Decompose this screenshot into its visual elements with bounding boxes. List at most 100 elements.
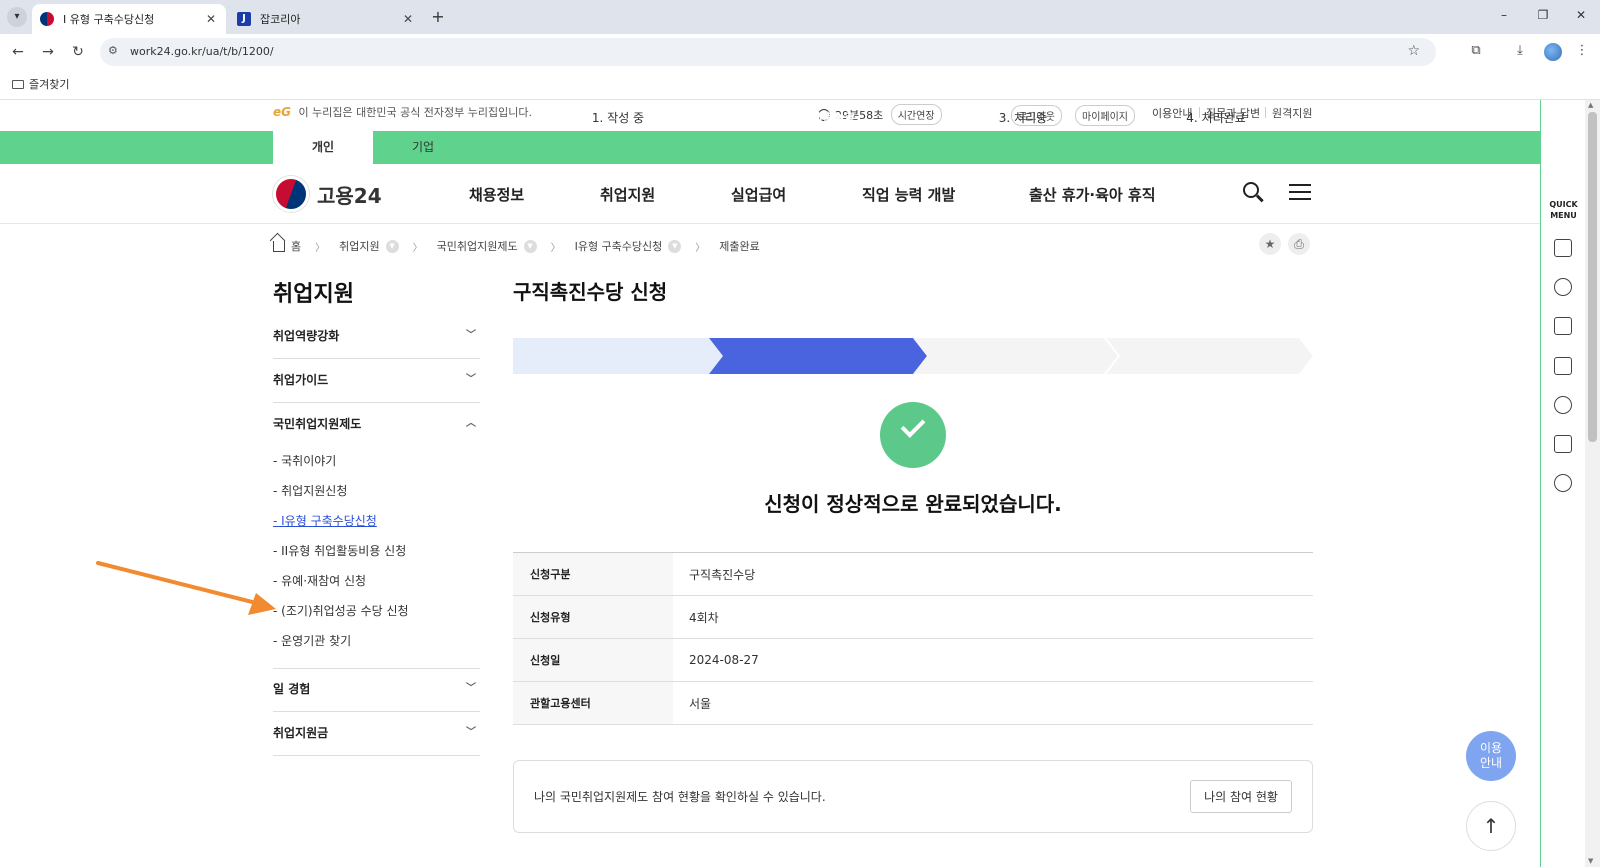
help-guide-button[interactable]: 이용 안내 (1466, 731, 1516, 781)
row-label: 신청구분 (513, 552, 673, 596)
sidebar-item-type2-expense[interactable]: - II유형 취업활동비용 신청 (273, 536, 480, 566)
tab-close-icon[interactable]: ✕ (401, 12, 415, 26)
row-value: 4회차 (689, 610, 719, 625)
sidebar-group-label: 취업지원금 (273, 726, 329, 740)
restore-icon[interactable]: ❐ (1535, 8, 1551, 22)
breadcrumb-dropdown-icon[interactable]: ▼ (668, 239, 682, 253)
chevron-down-icon: ﹀ (466, 683, 476, 694)
sidebar-group-header[interactable]: 취업역량강화 ﹀ (273, 314, 480, 358)
scroll-down-icon[interactable]: ▼ (1588, 857, 1593, 865)
sidebar-item-success-allowance[interactable]: - (조기)취업성공 수당 신청 (273, 596, 480, 626)
my-participation-button[interactable]: 나의 참여 현황 (1190, 780, 1292, 813)
site-info-icon[interactable]: ⚙ (108, 44, 118, 57)
profile-avatar[interactable] (1544, 43, 1562, 61)
smile-icon[interactable] (1554, 396, 1572, 414)
sidebar-group-header[interactable]: 국민취업지원제도 ︿ (273, 402, 480, 446)
breadcrumb-separator-icon: 〉 (695, 242, 706, 254)
minimize-icon[interactable]: – (1496, 8, 1512, 22)
browser-toolbar: ← → ↻ ⚙ work24.go.kr/ua/t/b/1200/ ☆ ⧉ ⤓ … (0, 34, 1600, 70)
tab-search-icon[interactable]: ▾ (7, 7, 27, 27)
step-processing: 3. 처리중 (998, 111, 1048, 125)
chevron-down-icon: ﹀ (466, 727, 476, 738)
tab-title: 잡코리아 (260, 13, 301, 26)
search-icon[interactable] (1243, 182, 1265, 204)
bookmark-star-icon[interactable]: ☆ (1407, 43, 1420, 59)
sidebar-title: 취업지원 (273, 282, 354, 307)
sidebar-item-find-agency[interactable]: - 운영기관 찾기 (273, 626, 480, 656)
scroll-to-top-icon[interactable]: ↑ (1466, 801, 1516, 851)
sidebar-item-story[interactable]: - 국취이야기 (273, 446, 480, 476)
calculator-icon[interactable] (1554, 435, 1572, 453)
row-value: 2024-08-27 (689, 653, 759, 667)
breadcrumb-item[interactable]: 국민취업지원제도 ▼ (437, 238, 537, 254)
favorite-star-icon[interactable]: ★ (1259, 233, 1281, 255)
menu-jobs[interactable]: 채용정보 (469, 184, 524, 205)
site-logo[interactable]: 고용24 (273, 176, 382, 212)
forward-icon[interactable]: → (38, 42, 58, 62)
url-text: work24.go.kr/ua/t/b/1200/ (130, 45, 274, 58)
monitor-icon[interactable] (1554, 317, 1572, 335)
building-icon[interactable] (1554, 239, 1572, 257)
table-row: 신청구분 구직촉진수당 (513, 552, 1313, 596)
sidebar-item-apply[interactable]: - 취업지원신청 (273, 476, 480, 506)
main-navigation: 고용24 채용정보 취업지원 실업급여 직업 능력 개발 출산 휴가·육아 휴직 (0, 164, 1540, 224)
notice-text: 나의 국민취업지원제도 참여 현황을 확인하실 수 있습니다. (534, 790, 826, 804)
row-label: 관할고용센터 (513, 681, 673, 725)
browser-tab-strip: ▾ I 유형 구축수당신청 ✕ J 잡코리아 ✕ + – ❐ ✕ (0, 0, 1600, 34)
menu-unemployment-benefit[interactable]: 실업급여 (731, 184, 786, 205)
breadcrumb-item[interactable]: I유형 구축수당신청 ▼ (575, 238, 682, 254)
bookmarks-bar: 즐겨찾기 (0, 70, 1600, 100)
sidebar-item-type1-allowance[interactable]: - I유형 구축수당신청 (273, 506, 480, 536)
tab-close-icon[interactable]: ✕ (204, 12, 218, 26)
step-writing: 1. 작성 중 (591, 111, 645, 125)
breadcrumb-dropdown-icon[interactable]: ▼ (523, 239, 537, 253)
chevron-up-icon: ︿ (466, 418, 476, 429)
breadcrumb-label: 취업지원 (339, 240, 380, 253)
tab-personal[interactable]: 개인 (273, 131, 373, 164)
hamburger-menu-icon[interactable] (1289, 184, 1311, 202)
browser-menu-icon[interactable]: ⋮ (1573, 43, 1591, 58)
print-icon[interactable]: ⎙ (1288, 233, 1310, 255)
breadcrumb-separator-icon: 〉 (550, 242, 561, 254)
scrollbar-thumb[interactable] (1588, 112, 1597, 442)
coin-icon[interactable] (1554, 474, 1572, 492)
table-row: 신청유형 4회차 (513, 595, 1313, 639)
page-scrollbar[interactable]: ▲ ▼ (1585, 100, 1600, 867)
step-completed: 4. 처리완료 (1186, 111, 1246, 125)
tab-business[interactable]: 기업 (373, 131, 473, 164)
bookmarks-folder[interactable]: 즐겨찾기 (12, 76, 69, 92)
menu-skills-development[interactable]: 직업 능력 개발 (862, 184, 955, 205)
window-close-icon[interactable]: ✕ (1573, 8, 1589, 22)
sidebar-group-header[interactable]: 취업지원금 ﹀ (273, 711, 480, 755)
sidebar-group-capacity: 취업역량강화 ﹀ (273, 314, 480, 359)
sidebar-group-header[interactable]: 취업가이드 ﹀ (273, 358, 480, 402)
menu-employment-support[interactable]: 취업지원 (600, 184, 655, 205)
extensions-icon[interactable]: ⧉ (1467, 43, 1485, 58)
address-bar[interactable]: ⚙ work24.go.kr/ua/t/b/1200/ ☆ (100, 38, 1436, 66)
scroll-up-icon[interactable]: ▲ (1588, 101, 1593, 109)
check-icon (880, 402, 946, 468)
sidebar-group-label: 일 경험 (273, 682, 311, 696)
browser-tab-active[interactable]: I 유형 구축수당신청 ✕ (32, 4, 226, 34)
home-icon[interactable] (273, 240, 285, 252)
download-icon[interactable]: ⤓ (1511, 43, 1529, 58)
sidebar-item-deferral[interactable]: - 유예·재참여 신청 (273, 566, 480, 596)
browser-tab-jobkorea[interactable]: J 잡코리아 ✕ (229, 4, 423, 34)
checklist-icon[interactable] (1554, 357, 1572, 375)
gov-notice-text[interactable]: 이 누리집은 대한민국 공식 전자정부 누리집입니다. (299, 106, 533, 119)
row-label: 신청일 (513, 638, 673, 682)
breadcrumb-item[interactable]: 취업지원 ▼ (339, 238, 399, 254)
breadcrumb: 홈 〉 취업지원 ▼ 〉 국민취업지원제도 ▼ 〉 I유형 구축수당신청 ▼ 〉 제출… (273, 238, 760, 254)
back-icon[interactable]: ← (8, 42, 28, 62)
tab-title: I 유형 구축수당신청 (63, 13, 155, 26)
new-tab-icon[interactable]: + (428, 7, 448, 27)
sidebar-group-header[interactable]: 일 경험 ﹀ (273, 667, 480, 711)
breadcrumb-home[interactable]: 홈 (291, 238, 301, 254)
row-value: 구직촉진수당 (689, 567, 756, 582)
sidebar-group-guide: 취업가이드 ﹀ (273, 358, 480, 403)
sidebar-group-label: 국민취업지원제도 (273, 417, 362, 431)
breadcrumb-dropdown-icon[interactable]: ▼ (385, 239, 399, 253)
reload-icon[interactable]: ↻ (68, 42, 88, 62)
chat-icon[interactable] (1554, 278, 1572, 296)
menu-parental-leave[interactable]: 출산 휴가·육아 휴직 (1029, 184, 1156, 205)
